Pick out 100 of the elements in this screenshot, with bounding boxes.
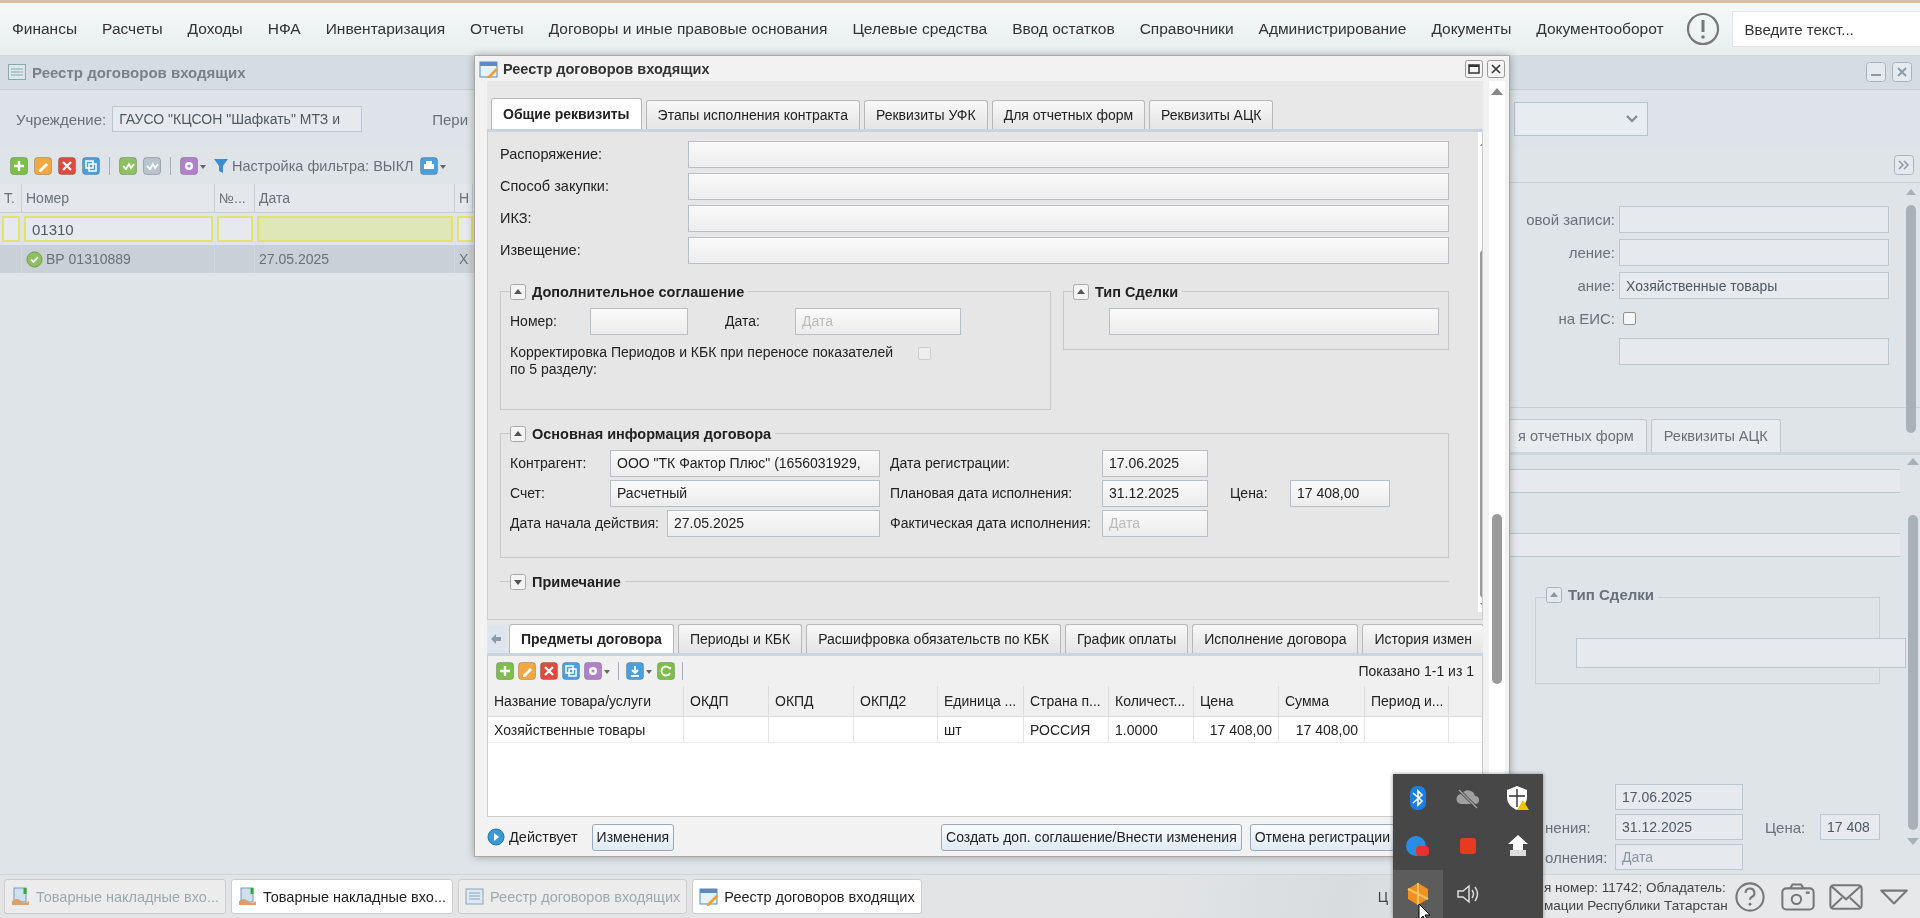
menu-item[interactable]: Справочники (1139, 20, 1234, 38)
field-label: Дата: (725, 313, 761, 329)
status-text: Ц (1377, 888, 1388, 905)
column-header[interactable]: ОКДП (684, 686, 769, 716)
status-text: мации Республики Татарстан (1544, 896, 1728, 915)
tab[interactable]: Исполнение договора (1192, 624, 1359, 653)
column-header[interactable]: Дата (255, 184, 455, 212)
menu-item[interactable]: Целевые средства (852, 20, 988, 38)
menu-item[interactable]: Отчеты (470, 20, 524, 38)
input-field[interactable]: Хозяйственные товары (1619, 272, 1889, 299)
section-title: Дополнительное соглашение (532, 284, 745, 300)
column-header[interactable]: Единица ... (938, 686, 1024, 716)
menu-item[interactable]: НФА (267, 20, 301, 38)
menu-item[interactable]: Инвентаризация (325, 20, 446, 38)
tab[interactable]: Реквизиты АЦК (1149, 100, 1274, 129)
tab[interactable]: Для отчетных форм (991, 100, 1146, 129)
tab[interactable]: График оплаты (1065, 624, 1189, 653)
tab[interactable]: Предметы договора (509, 624, 674, 653)
column-header[interactable]: Страна п... (1024, 686, 1109, 716)
action-button[interactable]: Отмена регистрации (1249, 823, 1395, 851)
menu-item[interactable]: Администрирование (1258, 20, 1407, 38)
section-title: Тип Сделки (1095, 284, 1179, 300)
tab[interactable]: Реквизиты УФК (863, 100, 988, 129)
tab[interactable]: Периоды и КБК (677, 624, 803, 653)
field-label: Дата начала действия: (510, 515, 659, 531)
input-field[interactable]: 31.12.2025 (1615, 814, 1743, 840)
table-cell: Хозяйственные товары (488, 717, 684, 742)
date-field[interactable]: Дата (795, 307, 961, 335)
status-text: Действует (509, 829, 578, 845)
column-header[interactable]: Название товара/услуги (488, 686, 684, 716)
field-label: ИКЗ: (500, 210, 533, 226)
action-button[interactable]: Изменения (591, 823, 675, 851)
field-label: Цена: (1230, 485, 1269, 501)
tab[interactable]: Расшифровка обязательств по КБК (806, 624, 1062, 653)
field-label: Корректировка Периодов и КБК при переносе показателей по 5 разделу: (510, 344, 895, 378)
field-label: Цена: (1765, 818, 1807, 836)
status-text: я номер: 11742; Обладатель: (1544, 878, 1727, 897)
input-field[interactable]: 17.06.2025 (1615, 784, 1743, 810)
menu-item[interactable]: Расчеты (102, 20, 163, 38)
field-label: Дата регистрации: (890, 455, 1011, 471)
action-button[interactable]: Создать доп. соглашение/Внести изменения (941, 823, 1242, 851)
tab[interactable]: Общие реквизиты (491, 98, 642, 129)
field-label: ление: (1567, 244, 1615, 261)
field-label: Счет: (510, 485, 546, 501)
menu-item[interactable]: Документооборот (1536, 20, 1664, 38)
column-header[interactable]: №... (215, 184, 255, 212)
window-title: Реестр договоров входящих (503, 60, 710, 77)
menu-item[interactable]: Ввод остатков (1012, 20, 1115, 38)
field-label: овой записи: (1525, 211, 1615, 228)
tab[interactable]: Этапы исполнения контракта (645, 100, 860, 129)
table-cell: Х (459, 251, 469, 267)
menu-item[interactable]: Договоры и иные правовые основания (548, 20, 828, 38)
input-field[interactable]: 27.05.2025 (666, 509, 880, 537)
column-header[interactable]: Т. (0, 184, 22, 212)
date-field[interactable]: Дата (1102, 509, 1208, 537)
column-header[interactable]: ОКПД (769, 686, 854, 716)
input-field[interactable]: 17.06.2025 (1102, 449, 1208, 477)
taskbar-tab[interactable]: Товарные накладные вхо... (231, 879, 454, 914)
column-header[interactable]: Цена (1194, 686, 1279, 716)
column-header[interactable]: Период и... (1365, 686, 1449, 716)
menu-item[interactable]: Документы (1431, 20, 1512, 38)
taskbar-tab[interactable]: Реестр договоров входящих (692, 879, 922, 914)
input-field[interactable]: Дата (1615, 844, 1743, 870)
field-label: Плановая дата исполнения: (890, 485, 1074, 501)
column-header[interactable]: Количест... (1109, 686, 1194, 716)
table-cell: 17 408,00 (1194, 717, 1279, 742)
field-label: Распоряжение: (500, 146, 604, 162)
tab[interactable]: Реквизиты АЦК (1650, 419, 1781, 452)
table-cell: РОССИЯ (1024, 717, 1109, 742)
section-title: Тип Сделки (1568, 586, 1654, 603)
field-label: ание: (1576, 277, 1615, 294)
input-field[interactable]: 31.12.2025 (1102, 479, 1208, 507)
column-header[interactable]: ОКПД2 (854, 686, 938, 716)
column-header[interactable]: Н (455, 184, 473, 212)
table-cell: 17 408,00 (1279, 717, 1365, 742)
record-count: Показано 1-1 из 1 (1358, 663, 1474, 679)
window-title: Реестр договоров входящих (32, 63, 246, 81)
search-field[interactable]: Введите текст... (1731, 11, 1920, 47)
filter-field[interactable]: 01310 (24, 216, 213, 242)
table-cell: шт (938, 717, 1024, 742)
field-label: Способ закупки: (500, 178, 610, 194)
field-label: олнения: (1544, 848, 1609, 866)
table-cell: 1.0000 (1109, 717, 1194, 742)
input-field[interactable]: ООО "ТК Фактор Плюс" (1656031929, (610, 449, 880, 477)
menu-item[interactable]: Финансы (12, 20, 78, 38)
input-field[interactable]: 17 408 (1820, 814, 1880, 840)
field-label: Пери (432, 110, 469, 128)
menu-item[interactable]: Доходы (187, 20, 243, 38)
column-header[interactable]: Сумма (1279, 686, 1365, 716)
field-label: Номер: (510, 313, 558, 329)
input-field[interactable]: Расчетный (610, 479, 880, 507)
column-header[interactable]: Номер (22, 184, 215, 212)
field-label: Учреждение: (16, 110, 107, 128)
filter-button[interactable]: Настройка фильтра: ВЫКЛ (213, 157, 414, 175)
input-field[interactable]: 17 408,00 (1290, 479, 1390, 507)
field-label: на ЕИС: (1557, 310, 1615, 327)
field-label: Извещение: (500, 242, 582, 258)
table-cell: 27.05.2025 (259, 251, 330, 267)
tab[interactable]: История измен (1362, 624, 1483, 653)
institution-field[interactable]: ГАУСО "КЦСОН "Шафкать" МТЗ и (112, 106, 363, 132)
